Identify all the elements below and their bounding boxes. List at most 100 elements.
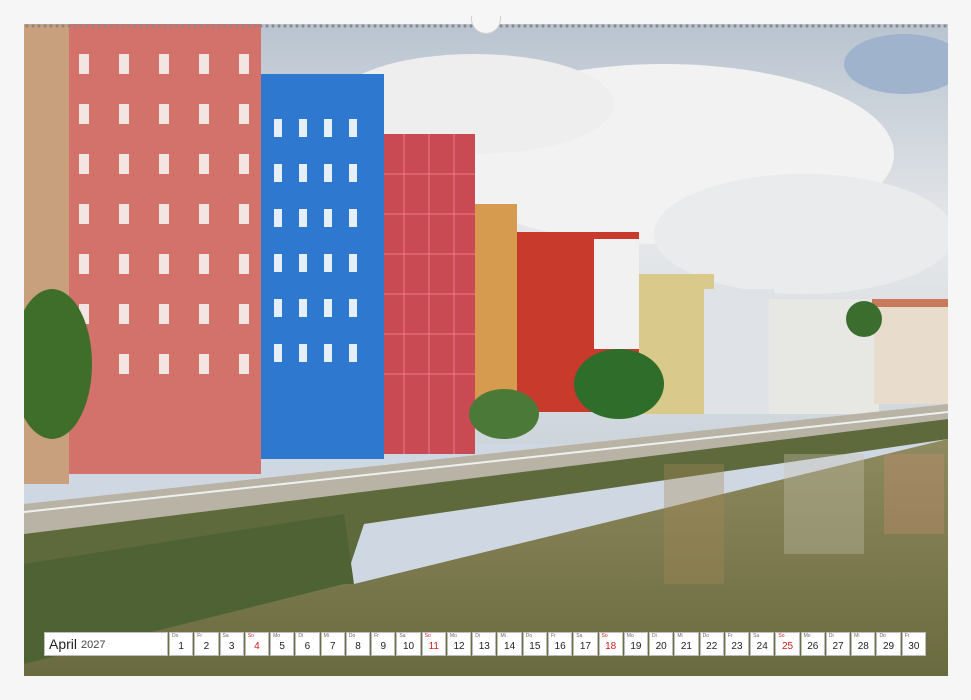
day-number: 18 [605,641,617,652]
day-cell: Di 27 [825,632,851,656]
day-cell: Fr 2 [194,632,219,656]
day-cell: Sa 17 [573,632,598,656]
day-number: 14 [504,641,516,652]
weekday-label: So [778,633,785,639]
day-number: 21 [680,641,692,652]
calendar-page: April 2027 Do 1 Fr 2 Sa 3 So 4 Mo 5 Di 6 Mi 7 Do 8 Fr 9 Sa… [0,0,971,700]
day-cell: Mo 26 [800,632,825,656]
day-number: 2 [203,641,210,652]
day-cell: Sa 3 [219,632,244,656]
day-number: 12 [453,641,465,652]
day-number: 3 [228,641,235,652]
weekday-label: Do [879,633,886,639]
day-cell: Fr 30 [901,632,926,656]
weekday-label: Sa [222,633,229,639]
year: 2027 [81,639,106,651]
weekday-label: Do [525,633,533,639]
day-number: 6 [304,641,311,652]
roof [872,299,948,307]
day-number: 25 [781,641,794,652]
day-number: 16 [554,641,566,652]
day-number: 1 [178,641,184,652]
weekday-label: Fr [550,633,556,639]
month-label-cell: April 2027 [44,632,168,656]
day-number: 10 [402,641,415,652]
reflection [784,454,864,554]
day-number: 26 [807,641,819,652]
day-number: 27 [832,641,844,652]
day-number: 20 [655,641,667,652]
weekday-label: Fr [904,633,910,639]
day-cell: Mo 12 [446,632,472,656]
day-number: 28 [857,641,869,652]
day-cell: Fr 23 [724,632,750,656]
weekday-label: Fr [727,633,733,639]
weekday-label: So [424,633,431,639]
day-cell: Do 22 [699,632,724,656]
calendar-strip: April 2027 Do 1 Fr 2 Sa 3 So 4 Mo 5 Di 6 Mi 7 Do 8 Fr 9 Sa… [44,632,926,656]
weekday-label: Sa [399,633,406,639]
day-number: 24 [756,641,768,652]
day-number: 8 [355,641,361,652]
day-cell: Do 29 [876,632,901,656]
day-cell: Sa 24 [750,632,775,656]
weekday-label: Fr [197,633,202,639]
building-white-section [594,239,639,349]
weekday-label: Sa [753,633,760,639]
day-number: 5 [279,641,285,652]
day-number: 7 [329,641,336,652]
day-cell: Di 13 [472,632,497,656]
tree [469,389,539,439]
day-number: 23 [731,641,743,652]
day-cell: So 18 [598,632,623,656]
day-number: 13 [478,641,490,652]
day-number: 22 [706,641,718,652]
riverside-buildings-photo [24,24,948,676]
day-cell: Di 20 [649,632,674,656]
weekday-label: Sa [576,633,583,639]
day-cell: Do 15 [522,632,547,656]
day-cell: Di 6 [295,632,320,656]
building-distant [874,304,948,404]
day-number: 11 [428,641,439,652]
weekday-label: Mo [449,633,457,639]
weekday-label: So [247,633,254,639]
tree [574,349,664,419]
day-cell: So 11 [421,632,446,656]
day-cells: Do 1 Fr 2 Sa 3 So 4 Mo 5 Di 6 Mi 7 Do 8 Fr 9 Sa 10 So 11 Mo 12 D… [169,632,926,656]
weekday-label: Di [652,633,657,639]
day-cell: Mo 5 [270,632,295,656]
building-white [704,289,774,414]
weekday-label: Mi [854,633,860,639]
day-cell: Do 8 [345,632,371,656]
weekday-label: Di [828,633,834,639]
weekday-label: Mo [626,633,634,639]
day-cell: Mi 28 [851,632,876,656]
day-number: 19 [630,641,642,652]
day-cell: Mi 14 [497,632,522,656]
day-cell: Sa 10 [396,632,421,656]
weekday-label: Mi [500,633,506,639]
reflection [884,454,944,534]
day-number: 30 [908,641,920,652]
weekday-label: Do [172,633,179,639]
day-cell: Fr 9 [371,632,396,656]
reflection [664,464,724,584]
weekday-label: Mi [323,633,329,639]
weekday-label: Mo [803,633,811,639]
day-number: 29 [883,641,895,652]
tree [846,301,882,337]
weekday-label: Do [702,633,709,639]
weekday-label: Di [475,633,480,639]
day-cell: So 25 [775,632,800,656]
building-salmon [66,24,261,474]
weekday-label: Fr [374,633,379,639]
day-cell: Mi 21 [674,632,699,656]
day-number: 4 [254,641,260,652]
day-number: 9 [380,641,387,652]
weekday-label: Mo [273,633,281,639]
photo-illustration [24,24,948,676]
weekday-label: So [601,633,608,639]
weekday-label: Do [348,633,356,639]
day-cell: So 4 [244,632,270,656]
